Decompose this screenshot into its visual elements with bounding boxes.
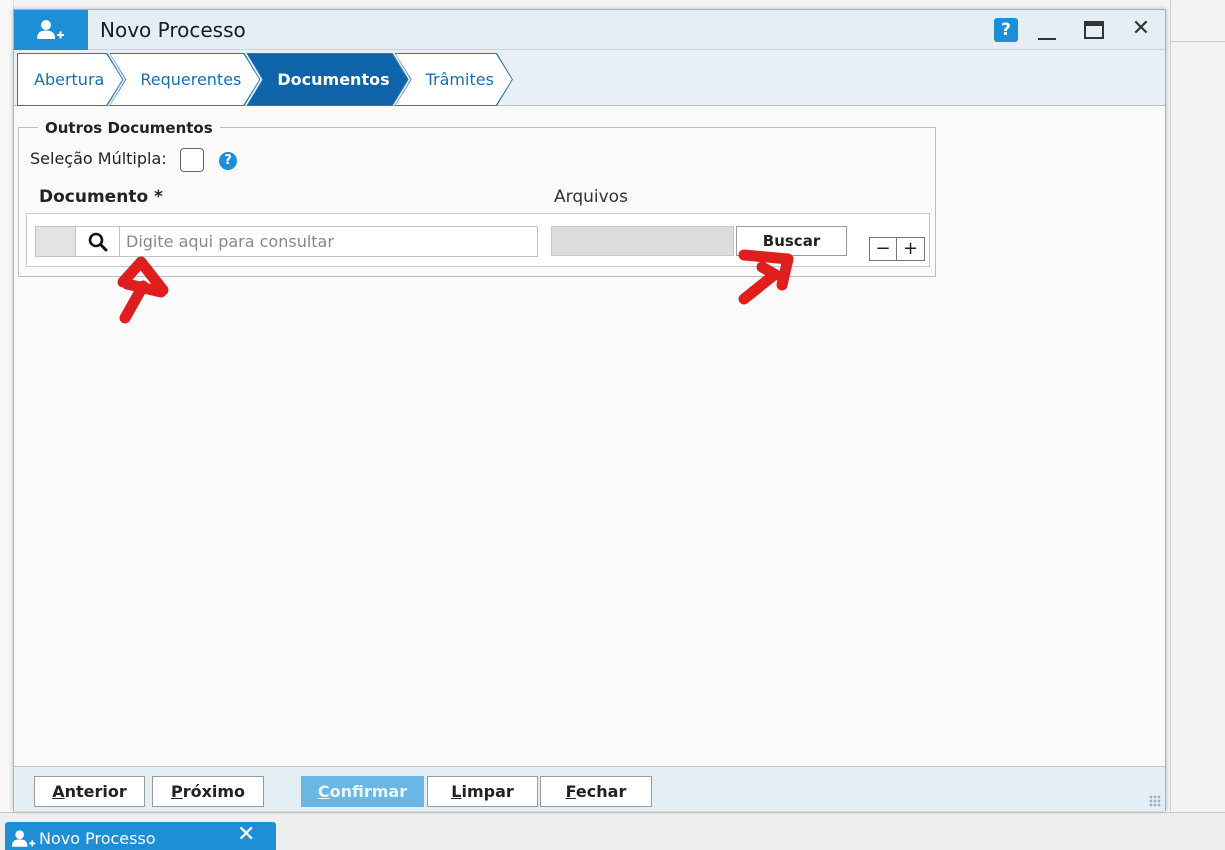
- proximo-label: róximo: [182, 782, 246, 801]
- multi-select-label: Seleção Múltipla:: [30, 149, 167, 168]
- anterior-label: nterior: [64, 782, 127, 801]
- taskbar-item-label: Novo Processo: [39, 829, 156, 848]
- arquivos-file-field: [551, 226, 734, 256]
- taskbar-close-icon[interactable]: ✕: [237, 822, 255, 847]
- help-button[interactable]: ?: [994, 18, 1018, 42]
- proximo-accesskey: P: [170, 782, 183, 801]
- multi-select-checkbox[interactable]: [180, 148, 204, 172]
- remove-row-button[interactable]: −: [869, 237, 897, 261]
- tab-documentos[interactable]: Documentos: [247, 54, 407, 105]
- column-documento: Documento *: [39, 187, 163, 207]
- window-titlebar[interactable]: Novo Processo ? ✕: [14, 10, 1165, 50]
- fechar-button[interactable]: Fechar: [540, 776, 652, 807]
- add-row-button[interactable]: +: [897, 237, 925, 261]
- novo-processo-window: Novo Processo ? ✕ Abertura Requerentes D…: [13, 9, 1166, 811]
- fechar-accesskey: F: [565, 782, 576, 801]
- fechar-label: echar: [575, 782, 627, 801]
- background-divider: [1170, 41, 1225, 42]
- minimize-button[interactable]: [1036, 22, 1060, 42]
- tab-abertura[interactable]: Abertura: [18, 54, 122, 105]
- window-footer: Anterior Próximo Confirmar Limpar Fechar: [14, 766, 1165, 811]
- add-user-icon: [11, 830, 36, 847]
- close-window-button[interactable]: ✕: [1129, 16, 1153, 41]
- proximo-button[interactable]: Próximo: [152, 776, 264, 807]
- document-search-input[interactable]: [126, 231, 526, 252]
- multi-select-help-icon[interactable]: ?: [219, 152, 237, 170]
- anterior-button[interactable]: Anterior: [34, 776, 145, 807]
- add-user-icon: [37, 20, 64, 39]
- search-icon: [88, 232, 107, 251]
- confirmar-accesskey: C: [317, 782, 330, 801]
- fieldset-legend: Outros Documentos: [38, 119, 220, 137]
- maximize-button[interactable]: [1084, 21, 1104, 39]
- document-code-field[interactable]: [36, 227, 76, 256]
- window-icon-box: [14, 10, 88, 50]
- annotation-arrow-1: [117, 256, 169, 324]
- tab-requerentes[interactable]: Requerentes: [110, 54, 259, 105]
- resize-grip[interactable]: [1149, 795, 1161, 807]
- row-add-remove-controls: − +: [869, 237, 927, 261]
- column-arquivos: Arquivos: [554, 187, 628, 207]
- taskbar-item-novo-processo[interactable]: Novo Processo ✕: [5, 822, 276, 850]
- background-divider: [1170, 0, 1171, 812]
- wizard-steps: Abertura Requerentes Documentos Trâmites: [14, 50, 1165, 106]
- anterior-accesskey: A: [52, 782, 65, 801]
- tab-tramites[interactable]: Trâmites: [396, 54, 512, 105]
- window-title: Novo Processo: [100, 18, 246, 42]
- limpar-button[interactable]: Limpar: [427, 776, 538, 807]
- confirmar-button[interactable]: Confirmar: [301, 776, 424, 807]
- limpar-accesskey: L: [451, 782, 462, 801]
- confirmar-label: onfirmar: [329, 782, 408, 801]
- background-edge: [0, 0, 14, 812]
- annotation-arrow-2: [738, 249, 794, 305]
- limpar-label: impar: [461, 782, 514, 801]
